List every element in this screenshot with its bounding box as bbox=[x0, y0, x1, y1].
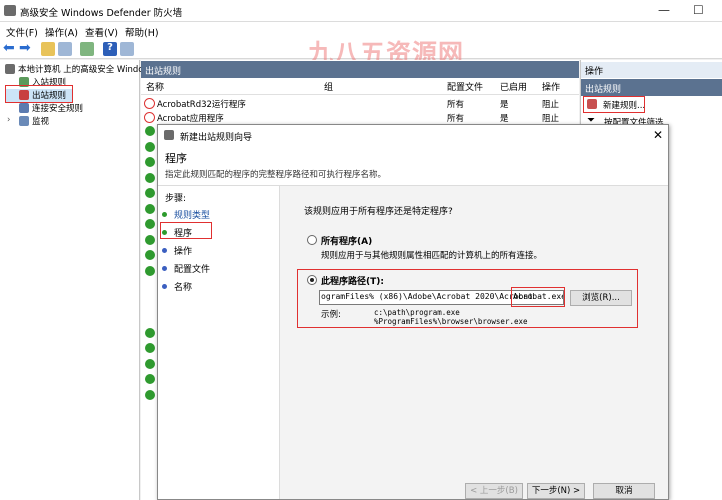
radio-this-program[interactable] bbox=[307, 275, 317, 285]
rule-profile: 所有 bbox=[447, 114, 465, 124]
tree-root-label: 本地计算机 上的高级安全 Windc bbox=[18, 65, 143, 75]
tree-item-label: 连接安全规则 bbox=[32, 104, 84, 114]
back-arrow-icon[interactable]: ⬅ bbox=[3, 41, 17, 56]
step-dot-icon bbox=[162, 212, 167, 217]
rule-enabled: 是 bbox=[500, 100, 509, 110]
enabled-check-icon bbox=[145, 265, 155, 276]
enabled-check-icon bbox=[145, 343, 155, 353]
enabled-check-icon bbox=[145, 188, 155, 198]
steps-label: 步骤: bbox=[165, 194, 187, 204]
rule-action: 阻止 bbox=[542, 100, 560, 110]
enabled-check-icon bbox=[145, 172, 155, 183]
step-dot-icon bbox=[162, 266, 167, 271]
enabled-check-icon bbox=[145, 389, 155, 400]
menu-action[interactable]: 操作(A) bbox=[45, 25, 78, 39]
highlight-step-program bbox=[160, 222, 212, 239]
option-all-description: 规则应用于与其他规则属性相匹配的计算机上的所有连接。 bbox=[321, 251, 543, 261]
cancel-button[interactable]: 取消 bbox=[593, 483, 655, 499]
new-outbound-rule-wizard: 新建出站规则向导 ✕ 程序 指定此规则匹配的程序的完整程序路径和可执行程序名称。… bbox=[157, 124, 669, 500]
option-all-label: 所有程序(A) bbox=[321, 237, 373, 247]
path-value-text: ogramFiles% (x86)\Adobe\Acrobat 2020\Acr… bbox=[321, 292, 533, 301]
wizard-content: 该规则应用于所有程序还是特定程序? 所有程序(A) 规则应用于与其他规则属性相匹… bbox=[281, 186, 668, 499]
maximize-button[interactable]: ☐ bbox=[693, 3, 704, 17]
show-action-pane-icon[interactable] bbox=[120, 42, 134, 56]
step-label: 规则类型 bbox=[174, 211, 211, 221]
window-title: 高级安全 Windows Defender 防火墙 bbox=[20, 8, 183, 19]
rule-name: Acrobat应用程序 bbox=[157, 114, 224, 124]
rule-action: 阻止 bbox=[542, 114, 560, 124]
menu-help[interactable]: 帮助(H) bbox=[125, 25, 159, 39]
wizard-app-icon bbox=[164, 130, 174, 140]
folder-up-icon[interactable] bbox=[41, 42, 55, 56]
enabled-check-icon bbox=[145, 234, 155, 245]
enabled-check-icon bbox=[145, 374, 155, 384]
block-icon bbox=[144, 112, 155, 123]
enabled-check-icon bbox=[145, 203, 155, 214]
firewall-app-icon bbox=[4, 5, 16, 16]
enabled-check-icon bbox=[145, 358, 155, 369]
console-tree-icon[interactable] bbox=[58, 42, 72, 56]
enabled-check-icon bbox=[145, 219, 155, 229]
example-label: 示例: bbox=[321, 310, 341, 320]
connection-security-icon bbox=[19, 103, 29, 113]
wizard-steps: 步骤: 规则类型 程序 操作 配置文件 名称 bbox=[158, 186, 280, 499]
rules-pane-header: 出站规则 bbox=[141, 61, 579, 78]
wizard-heading: 程序 bbox=[165, 152, 187, 165]
wizard-title: 新建出站规则向导 bbox=[180, 133, 253, 143]
computer-shield-icon bbox=[5, 64, 15, 74]
navigation-tree: 本地计算机 上的高级安全 Windc 入站规则 出站规则 连接安全规则 › 监视 bbox=[0, 60, 143, 500]
highlight-new-rule bbox=[583, 96, 645, 113]
rule-enabled: 是 bbox=[500, 114, 509, 124]
column-name[interactable]: 名称 bbox=[146, 80, 164, 93]
step-dot-icon bbox=[162, 284, 167, 289]
rule-name: AcrobatRd32运行程序 bbox=[157, 100, 246, 110]
column-group[interactable]: 组 bbox=[324, 80, 333, 93]
step-dot-icon bbox=[162, 248, 167, 253]
browse-button[interactable]: 浏览(R)... bbox=[570, 290, 632, 306]
enabled-check-icon bbox=[145, 327, 155, 338]
block-icon bbox=[144, 98, 155, 109]
forward-arrow-icon[interactable]: ➡ bbox=[19, 41, 33, 56]
wizard-question: 该规则应用于所有程序还是特定程序? bbox=[304, 207, 453, 217]
enabled-check-icon bbox=[145, 250, 155, 260]
rule-profile: 所有 bbox=[447, 100, 465, 110]
menu-view[interactable]: 查看(V) bbox=[85, 25, 118, 39]
menu-file[interactable]: 文件(F) bbox=[6, 25, 38, 39]
example-2: %ProgramFiles%\browser\browser.exe bbox=[374, 317, 528, 326]
title-bar: 高级安全 Windows Defender 防火墙 — ☐ bbox=[0, 0, 722, 22]
column-profile[interactable]: 配置文件 bbox=[447, 80, 483, 93]
example-1: c:\path\program.exe bbox=[374, 308, 460, 317]
enabled-check-icon bbox=[145, 157, 155, 167]
actions-header: 操作 bbox=[581, 62, 722, 78]
actions-section-header: 出站规则 bbox=[581, 79, 722, 96]
wizard-close-button[interactable]: ✕ bbox=[653, 128, 663, 142]
enabled-check-icon bbox=[145, 126, 155, 136]
step-label: 操作 bbox=[174, 247, 193, 257]
highlight-exe-name bbox=[511, 287, 565, 307]
step-label: 名称 bbox=[174, 283, 193, 293]
column-enabled[interactable]: 已启用 bbox=[500, 80, 527, 93]
enabled-check-icon bbox=[145, 141, 155, 152]
highlight-outbound bbox=[5, 85, 73, 103]
minimize-button[interactable]: — bbox=[658, 3, 670, 17]
next-button[interactable]: 下一步(N) > bbox=[527, 483, 585, 499]
step-label: 配置文件 bbox=[174, 265, 211, 275]
back-button[interactable]: < 上一步(B) bbox=[465, 483, 523, 499]
monitoring-icon bbox=[19, 116, 29, 126]
wizard-title-bar: 新建出站规则向导 ✕ bbox=[158, 125, 668, 146]
radio-all-programs[interactable] bbox=[307, 235, 317, 245]
expand-arrow-icon[interactable]: › bbox=[7, 115, 10, 125]
option-path-label: 此程序路径(T): bbox=[321, 277, 384, 287]
wizard-description: 指定此规则匹配的程序的完整程序路径和可执行程序名称。 bbox=[165, 170, 387, 180]
tree-item-label: 监视 bbox=[32, 117, 50, 127]
wizard-header: 程序 指定此规则匹配的程序的完整程序路径和可执行程序名称。 bbox=[158, 146, 668, 186]
help-icon[interactable]: ? bbox=[103, 42, 117, 56]
column-action[interactable]: 操作 bbox=[542, 80, 560, 93]
export-list-icon[interactable] bbox=[80, 42, 94, 56]
